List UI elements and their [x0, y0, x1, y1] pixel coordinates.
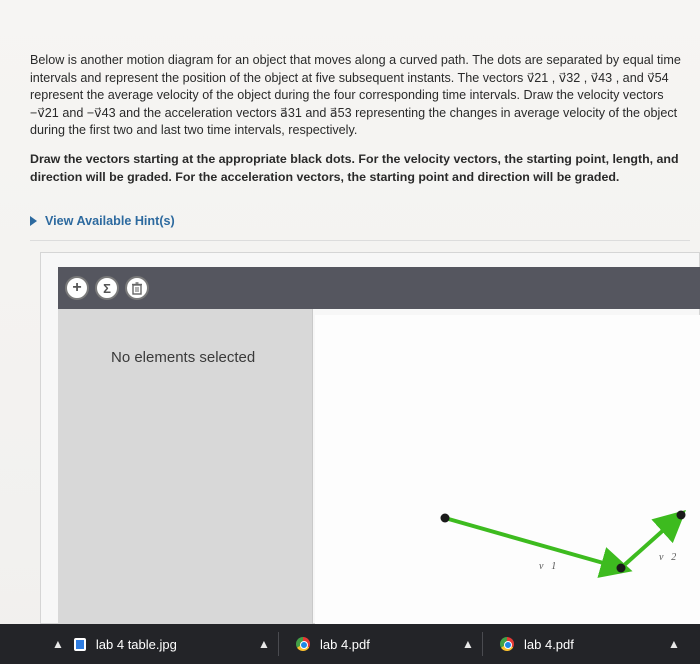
velocity-vector-v1[interactable] [444, 516, 633, 578]
download-item-2-label: lab 4.pdf [320, 636, 370, 652]
chevron-up-icon[interactable]: ▲ [668, 637, 680, 651]
separator [278, 632, 279, 656]
chevron-up-icon[interactable]: ▲ [258, 637, 270, 651]
problem-intro: Below is another motion diagram for an o… [30, 53, 681, 137]
element-list-panel: No elements selected [58, 309, 313, 625]
problem-task: Draw the vectors starting at the appropr… [30, 152, 679, 184]
label-v2: v⃗2 [659, 552, 676, 563]
position-dot-3[interactable] [676, 510, 686, 520]
hint-label: View Available Hint(s) [45, 214, 175, 228]
position-dot-2[interactable] [616, 563, 626, 573]
download-item-3[interactable]: lab 4.pdf [500, 624, 574, 664]
download-item-2[interactable]: lab 4.pdf [296, 624, 370, 664]
chrome-icon [296, 637, 310, 651]
download-item-3-label: lab 4.pdf [524, 636, 574, 652]
chevron-up-icon[interactable]: ▲ [462, 637, 474, 651]
sum-vector-button[interactable]: Σ [95, 276, 119, 300]
trash-icon [132, 281, 142, 295]
divider [30, 240, 690, 241]
expand-triangle-icon [30, 216, 37, 226]
chevron-up-icon[interactable]: ▲ [52, 637, 64, 651]
sigma-icon: Σ [103, 280, 111, 296]
vector-canvas[interactable]: v⃗1 v⃗2 [315, 315, 700, 625]
separator [482, 632, 483, 656]
plus-icon: + [72, 279, 82, 296]
drawing-toolbar: + Σ [58, 267, 700, 309]
image-file-icon [73, 637, 86, 651]
delete-button[interactable] [125, 276, 149, 300]
drawing-canvas[interactable]: v⃗1 v⃗2 [315, 315, 700, 625]
view-hints-link[interactable]: View Available Hint(s) [30, 214, 175, 228]
download-item-1-label: lab 4 table.jpg [95, 636, 177, 652]
download-bar: ▲ lab 4 table.jpg ▲ lab 4.pdf ▲ lab 4.pd… [0, 624, 700, 664]
empty-selection-message: No elements selected [111, 349, 256, 366]
chrome-icon [500, 637, 514, 651]
position-dot-1[interactable] [440, 513, 450, 523]
label-v1: v⃗1 [539, 561, 556, 572]
add-vector-button[interactable]: + [65, 276, 89, 300]
page: Below is another motion diagram for an o… [0, 0, 700, 664]
drawing-tool: + Σ No elements selected v⃗1 v⃗2 [40, 252, 700, 625]
download-item-1[interactable]: ▲ lab 4 table.jpg [52, 624, 177, 664]
